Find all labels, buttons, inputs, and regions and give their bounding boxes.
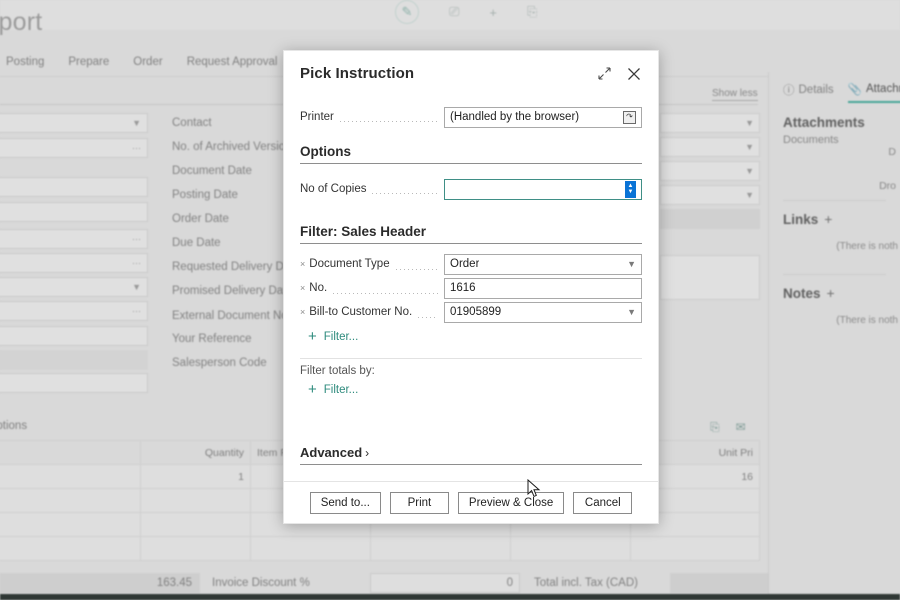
- filter-label: Bill-to Customer No.: [309, 306, 413, 318]
- dialog-footer: Send to... Print Preview & Close Cancel: [284, 481, 658, 523]
- chevron-right-icon: ›: [365, 445, 370, 460]
- assist-edit-icon[interactable]: ↷: [623, 110, 636, 124]
- print-button[interactable]: Print: [389, 491, 449, 514]
- chevron-down-icon[interactable]: ▼: [627, 259, 636, 269]
- send-to-button[interactable]: Send to...: [309, 491, 381, 514]
- filter-divider: [300, 243, 642, 244]
- add-filter-link[interactable]: + Filter...: [300, 329, 642, 344]
- leader-dots: [395, 269, 438, 270]
- expand-icon[interactable]: [596, 66, 612, 82]
- options-divider: [300, 163, 642, 164]
- no-of-copies-row: No of Copies ▲ ▼: [300, 178, 642, 200]
- no-of-copies-label: No of Copies: [300, 183, 367, 195]
- close-icon[interactable]: [626, 66, 642, 82]
- filter-value-bill-to-customer-no[interactable]: 01905899 ▼: [444, 301, 642, 323]
- leader-dots: [372, 193, 438, 194]
- add-filter-totals-link[interactable]: + Filter...: [300, 382, 642, 397]
- filter-value: Order: [450, 258, 480, 270]
- filter-totals-label: Filter totals by:: [300, 365, 375, 377]
- cancel-button[interactable]: Cancel: [573, 491, 633, 514]
- dialog-body: Printer (Handled by the browser) ↷ Optio…: [284, 106, 658, 465]
- filter-label: No.: [309, 282, 328, 294]
- pick-instruction-dialog: Pick Instruction Printer (Handled by the…: [283, 50, 659, 524]
- filter-value: 01905899: [450, 306, 502, 318]
- remove-filter-icon[interactable]: ×: [300, 259, 305, 269]
- printer-row: Printer (Handled by the browser) ↷: [300, 106, 642, 128]
- remove-filter-icon[interactable]: ×: [300, 283, 305, 293]
- dialog-title: Pick Instruction: [300, 65, 415, 82]
- filter-heading: Filter: Sales Header: [300, 224, 427, 239]
- add-filter-label: Filter...: [323, 330, 359, 343]
- plus-icon: +: [308, 328, 317, 345]
- leader-dots: [333, 293, 438, 294]
- filter-label: Document Type: [309, 258, 390, 270]
- dialog-header-actions: [596, 66, 642, 82]
- mouse-cursor: [527, 479, 541, 498]
- filter-value: 1616: [450, 282, 476, 294]
- leader-dots: [339, 121, 438, 122]
- printer-value: (Handled by the browser): [450, 111, 580, 123]
- advanced-label: Advanced: [300, 445, 363, 460]
- filter-section-divider: [300, 358, 642, 359]
- dialog-header: Pick Instruction: [284, 51, 658, 82]
- remove-filter-icon[interactable]: ×: [300, 307, 305, 317]
- filter-row-bill-to-customer-no: × Bill-to Customer No. 01905899 ▼: [300, 300, 642, 324]
- spinner-icon[interactable]: ▲ ▼: [625, 180, 636, 198]
- advanced-divider: [300, 464, 642, 465]
- filter-value-document-type[interactable]: Order ▼: [444, 253, 642, 275]
- advanced-section-toggle[interactable]: Advanced ›: [300, 445, 642, 460]
- printer-label: Printer: [300, 111, 334, 123]
- filter-value-no[interactable]: 1616: [444, 277, 642, 299]
- chevron-down-icon[interactable]: ▼: [627, 307, 636, 317]
- printer-select[interactable]: (Handled by the browser) ↷: [444, 106, 642, 128]
- leader-dots: [418, 317, 438, 318]
- filter-row-document-type: × Document Type Order ▼: [300, 252, 642, 276]
- no-of-copies-input[interactable]: ▲ ▼: [444, 178, 642, 200]
- preview-and-close-button[interactable]: Preview & Close: [457, 491, 565, 514]
- plus-icon: +: [308, 381, 317, 398]
- options-heading: Options: [300, 144, 351, 159]
- add-filter-totals-label: Filter...: [323, 383, 359, 396]
- filter-row-no: × No. 1616: [300, 276, 642, 300]
